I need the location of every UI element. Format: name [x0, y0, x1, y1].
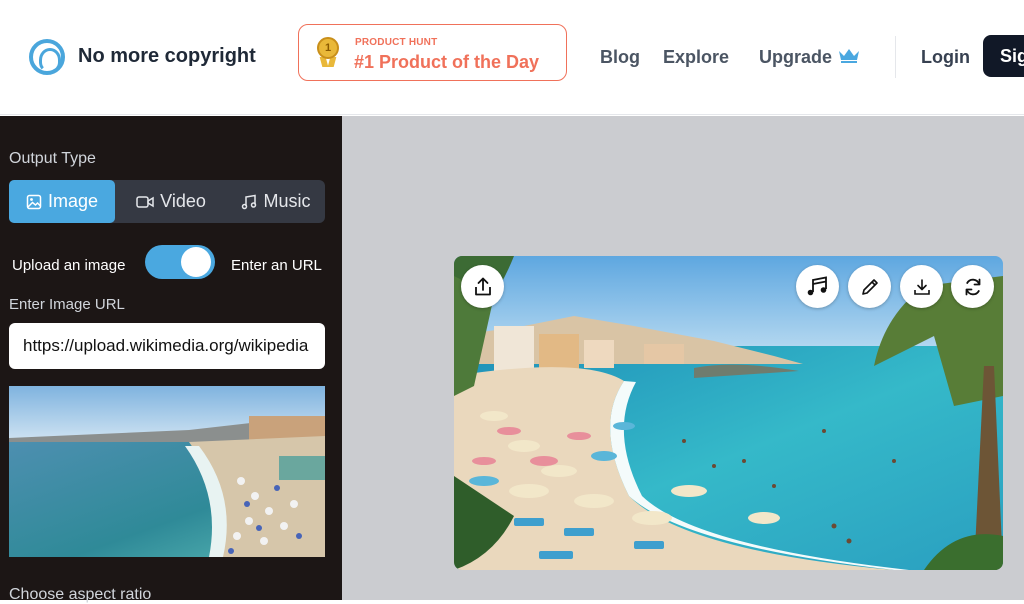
input-mode-toggle[interactable]: [145, 245, 215, 279]
download-button[interactable]: [900, 265, 943, 308]
enter-url-option[interactable]: Enter an URL: [231, 257, 322, 274]
brand-name[interactable]: No more copyright: [78, 45, 256, 68]
music-note-icon: [807, 275, 827, 295]
regenerate-button[interactable]: [951, 265, 994, 308]
tab-video-label: Video: [160, 191, 206, 211]
login-link[interactable]: Login: [921, 47, 970, 68]
signup-button[interactable]: Sig: [983, 35, 1024, 77]
add-music-button[interactable]: [796, 265, 839, 308]
image-url-label: Enter Image URL: [9, 296, 125, 313]
image-icon: [26, 194, 42, 209]
logo-icon[interactable]: [29, 39, 65, 75]
share-button[interactable]: [461, 265, 504, 308]
crown-icon: [839, 49, 859, 63]
video-icon: [136, 195, 154, 208]
tab-video[interactable]: Video: [126, 180, 216, 223]
settings-sidebar: Output Type Image Video Music Upload an …: [0, 116, 342, 603]
medal-icon: 1: [317, 37, 339, 59]
tab-image-label: Image: [47, 191, 99, 211]
tab-music-label: Music: [263, 191, 311, 211]
output-type-label: Output Type: [9, 150, 96, 167]
music-icon: [242, 194, 257, 209]
nav-blog[interactable]: Blog: [600, 47, 640, 68]
pencil-icon: [861, 278, 878, 295]
image-url-input[interactable]: [9, 323, 325, 369]
edit-button[interactable]: [848, 265, 891, 308]
product-of-day-label: #1 Product of the Day: [354, 52, 540, 72]
result-area: [342, 116, 1024, 600]
refresh-icon: [965, 278, 980, 295]
top-header: No more copyright 1 PRODUCT HUNT #1 Prod…: [0, 0, 1024, 115]
upload-image-option[interactable]: Upload an image: [12, 257, 125, 274]
aspect-ratio-label: Choose aspect ratio: [9, 586, 152, 603]
share-icon: [474, 277, 491, 295]
output-type-selector: Image Video Music: [9, 180, 325, 223]
nav-upgrade[interactable]: Upgrade: [759, 47, 832, 68]
download-icon: [913, 278, 930, 295]
tab-image[interactable]: Image: [9, 180, 115, 223]
header-divider: [895, 36, 896, 78]
product-hunt-badge[interactable]: 1 PRODUCT HUNT #1 Product of the Day: [298, 24, 567, 81]
tab-music[interactable]: Music: [231, 180, 321, 223]
nav-explore[interactable]: Explore: [663, 47, 729, 68]
toggle-knob: [181, 247, 211, 277]
product-hunt-label: PRODUCT HUNT: [355, 37, 438, 48]
source-image-thumbnail: [9, 386, 325, 557]
